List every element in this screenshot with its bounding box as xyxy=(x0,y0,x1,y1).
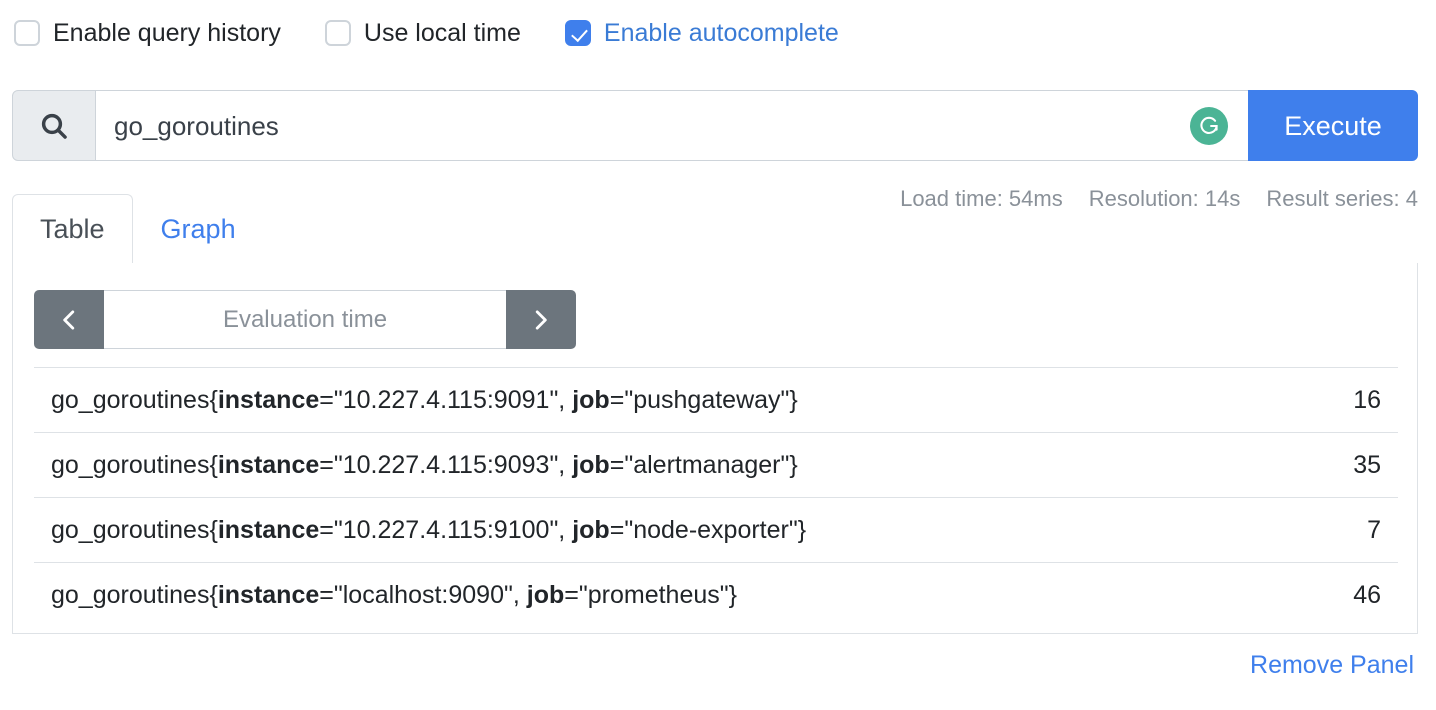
resolution: Resolution: 14s xyxy=(1088,186,1241,211)
checkbox-enable-query-history[interactable] xyxy=(14,20,40,46)
checkbox-use-local-time[interactable] xyxy=(324,20,351,46)
checkbox-enable-autocomplete[interactable] xyxy=(564,20,591,46)
label-value: 10.227.4.115:9091 xyxy=(342,386,550,414)
label-key: job xyxy=(526,581,565,609)
label-key: instance xyxy=(217,451,320,479)
option-label-enable-autocomplete: Enable autocomplete xyxy=(603,19,839,47)
label-value: node-exporter xyxy=(633,516,789,544)
query-input-group: go_goroutines Execute xyxy=(12,90,1418,161)
separator: ", xyxy=(549,516,573,544)
query-options-row: Enable query history Use local time Enab… xyxy=(14,12,839,54)
chevron-right-icon[interactable] xyxy=(506,290,576,349)
option-enable-query-history[interactable]: Enable query history xyxy=(14,19,281,47)
metric-name: go_goroutines xyxy=(51,516,210,544)
series-value: 7 xyxy=(1258,497,1398,563)
table-row: go_goroutines{instance="10.227.4.115:909… xyxy=(34,432,1398,498)
label-value: 10.227.4.115:9100 xyxy=(342,516,550,544)
label-key: job xyxy=(572,451,610,479)
equals: =" xyxy=(609,386,634,414)
equals: =" xyxy=(609,516,634,544)
tab-table[interactable]: Table xyxy=(12,194,133,264)
equals: =" xyxy=(609,451,634,479)
equals: =" xyxy=(319,516,343,544)
table-row: go_goroutines{instance="10.227.4.115:910… xyxy=(34,497,1398,563)
result-series-count: Result series: 4 xyxy=(1266,186,1418,211)
separator: ", xyxy=(503,581,527,609)
label-key: instance xyxy=(217,386,320,414)
option-label-enable-query-history: Enable query history xyxy=(53,19,281,47)
equals: =" xyxy=(564,581,588,609)
brace-open: { xyxy=(209,386,218,414)
label-value: alertmanager xyxy=(633,451,781,479)
label-value: prometheus xyxy=(587,581,720,609)
search-icon xyxy=(12,90,96,161)
series-value: 46 xyxy=(1258,562,1398,627)
series-value: 35 xyxy=(1258,432,1398,498)
table-row: go_goroutines{instance="localhost:9090",… xyxy=(34,562,1398,627)
brace-close: "} xyxy=(719,581,738,609)
metric-name: go_goroutines xyxy=(51,451,210,479)
series-label-cell: go_goroutines{instance="10.227.4.115:909… xyxy=(34,432,1258,498)
series-label-cell: go_goroutines{instance="10.227.4.115:909… xyxy=(34,367,1258,433)
separator: ", xyxy=(549,451,573,479)
query-input[interactable]: go_goroutines xyxy=(114,111,279,141)
results-table-body: go_goroutines{instance="10.227.4.115:909… xyxy=(34,367,1398,627)
label-value: localhost:9090 xyxy=(342,581,504,609)
query-input-wrapper[interactable]: go_goroutines xyxy=(96,90,1248,161)
evaluation-time-group: Evaluation time xyxy=(34,290,576,349)
brace-open: { xyxy=(209,516,218,544)
query-meta: Load time: 54ms Resolution: 14s Result s… xyxy=(874,186,1418,212)
option-label-use-local-time: Use local time xyxy=(363,19,521,47)
series-label-cell: go_goroutines{instance="localhost:9090",… xyxy=(34,562,1258,627)
load-time: Load time: 54ms xyxy=(900,186,1063,211)
table-row: go_goroutines{instance="10.227.4.115:909… xyxy=(34,367,1398,433)
metric-name: go_goroutines xyxy=(51,386,210,414)
brace-open: { xyxy=(209,451,218,479)
label-value: pushgateway xyxy=(633,386,781,414)
brace-close: "} xyxy=(780,386,798,414)
option-use-local-time[interactable]: Use local time xyxy=(324,19,521,47)
label-key: job xyxy=(572,516,610,544)
results-table: go_goroutines{instance="10.227.4.115:909… xyxy=(34,367,1398,627)
equals: =" xyxy=(319,581,343,609)
chevron-left-icon[interactable] xyxy=(34,290,104,349)
equals: =" xyxy=(319,451,343,479)
grammarly-icon[interactable] xyxy=(1190,106,1228,145)
table-tab-panel: Evaluation time go_goroutines{instance="… xyxy=(12,263,1418,634)
brace-close: "} xyxy=(788,516,807,544)
brace-open: { xyxy=(209,581,218,609)
execute-button[interactable]: Execute xyxy=(1248,90,1418,161)
option-enable-autocomplete[interactable]: Enable autocomplete xyxy=(564,19,839,47)
label-key: instance xyxy=(217,581,320,609)
metric-name: go_goroutines xyxy=(51,581,210,609)
brace-close: "} xyxy=(780,451,798,479)
series-label-cell: go_goroutines{instance="10.227.4.115:910… xyxy=(34,497,1258,563)
separator: ", xyxy=(549,386,573,414)
remove-panel-button[interactable]: Remove Panel xyxy=(1250,650,1414,680)
prometheus-query-panel: Enable query history Use local time Enab… xyxy=(0,0,1436,710)
series-value: 16 xyxy=(1258,367,1398,433)
label-value: 10.227.4.115:9093 xyxy=(342,451,550,479)
tab-graph[interactable]: Graph xyxy=(133,194,264,264)
evaluation-time-input[interactable]: Evaluation time xyxy=(104,290,506,349)
label-key: instance xyxy=(217,516,320,544)
label-key: job xyxy=(572,386,610,414)
equals: =" xyxy=(319,386,343,414)
